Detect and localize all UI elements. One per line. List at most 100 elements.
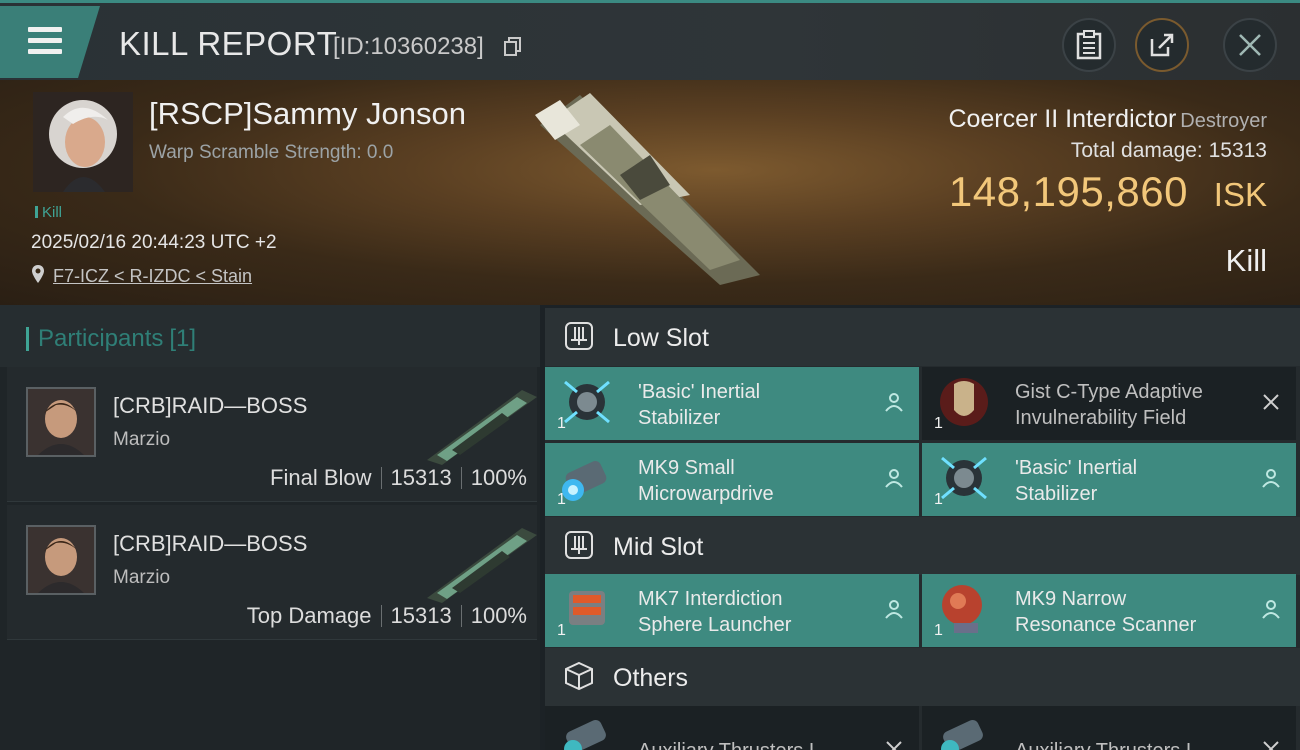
x-icon (1263, 741, 1279, 750)
close-button[interactable] (1223, 18, 1277, 72)
module-item[interactable]: 1 Gist C-Type Adaptive Invulnerability Fi… (922, 367, 1296, 440)
participant-corp-name[interactable]: [CRB]RAID—BOSS (113, 531, 307, 557)
module-name: MK9 Narrow Resonance Scanner (1015, 586, 1196, 638)
page-title: KILL REPORT (119, 25, 338, 62)
menu-icon-bar (28, 49, 62, 54)
module-item[interactable]: Auxiliary Thrusters I (545, 706, 919, 750)
module-item[interactable]: 1 MK7 Interdiction Sphere Launcher (545, 574, 919, 647)
participant-role: Final Blow (270, 465, 372, 490)
ship-type: Coercer II Interdictor Destroyer (948, 105, 1267, 134)
module-qty: 1 (557, 491, 566, 508)
kill-location-link[interactable]: F7-ICZ < R-IZDC < Stain (53, 266, 252, 287)
participants-title: Participants [1] (25, 325, 196, 353)
isk-unit: ISK (1213, 176, 1267, 213)
participant-pilot: Marzio (113, 429, 171, 450)
participant-damage: 15313 (390, 465, 452, 490)
ship-class: Destroyer (1180, 110, 1267, 132)
participant-percent: 100% (470, 603, 527, 628)
participant-row[interactable]: [CRB]RAID—BOSS Marzio Final Blow 15313 100… (7, 367, 537, 502)
share-button[interactable] (1135, 18, 1189, 72)
low-slot-label: Low Slot (613, 324, 709, 352)
participant-percent: 100% (470, 465, 527, 490)
participant-avatar[interactable] (26, 387, 96, 457)
participant-pilot: Marzio (113, 567, 171, 588)
participant-portrait (28, 389, 94, 455)
module-name-line1: MK9 Narrow (1015, 588, 1127, 610)
location-pin-icon (32, 265, 44, 283)
module-name: Auxiliary Thrusters I (638, 738, 814, 750)
module-name-line1: 'Basic' Inertial (1015, 457, 1138, 479)
kill-datetime: 2025/02/16 20:44:23 UTC +2 (31, 232, 277, 253)
module-qty: 1 (557, 622, 566, 639)
participant-ship-icon (427, 390, 537, 465)
total-damage: Total damage: 15313 (1070, 139, 1267, 162)
module-name-line2: Microwarpdrive (638, 483, 774, 505)
victim-portrait (33, 92, 133, 192)
participant-ship-icon (427, 528, 537, 603)
participant-stats: Top Damage 15313 100% (247, 603, 527, 629)
clipboard-button[interactable] (1062, 18, 1116, 72)
menu-icon (28, 27, 62, 32)
separator (460, 605, 462, 627)
pilot-icon (885, 393, 903, 412)
x-icon (886, 741, 902, 750)
slot-icon (565, 322, 593, 350)
module-name-line2: Sphere Launcher (638, 614, 792, 636)
pilot-icon (885, 469, 903, 488)
module-name-line1: Gist C-Type Adaptive (1015, 381, 1203, 403)
module-name: MK9 Small Microwarpdrive (638, 455, 774, 507)
auxiliary-thrusters-icon (564, 719, 606, 750)
module-name-line1: 'Basic' Inertial (638, 381, 761, 403)
participant-avatar[interactable] (26, 525, 96, 595)
module-item[interactable]: 1 'Basic' Inertial Stabilizer (545, 367, 919, 440)
participants-panel: Participants [1] [CRB]RAID—BOSS Marzio Fi… (0, 305, 540, 750)
others-header: Others (545, 648, 1300, 706)
module-qty: 1 (934, 622, 943, 639)
ship-name[interactable]: Coercer II Interdictor (948, 105, 1176, 133)
separator (380, 467, 382, 489)
module-item[interactable]: Auxiliary Thrusters I (922, 706, 1296, 750)
module-name-line1: Auxiliary Thrusters I (1015, 738, 1191, 750)
warp-scramble-strength: Warp Scramble Strength: 0.0 (149, 142, 394, 163)
module-item[interactable]: 1 MK9 Small Microwarpdrive (545, 443, 919, 516)
module-name: 'Basic' Inertial Stabilizer (638, 379, 760, 431)
fitting-panel: Low Slot 1 'Basic' Inertial Stabilizer 1 … (545, 308, 1300, 750)
participants-header: Participants [1] (0, 305, 540, 367)
menu-button[interactable] (0, 6, 100, 78)
x-icon (1263, 394, 1279, 410)
mid-slot-label: Mid Slot (613, 533, 704, 561)
module-name-line2: Invulnerability Field (1015, 407, 1187, 429)
close-icon (1239, 34, 1261, 56)
kill-tag: Kill (35, 204, 62, 221)
participant-row[interactable]: [CRB]RAID—BOSS Marzio Top Damage 15313 100… (7, 505, 537, 640)
participant-role: Top Damage (246, 603, 372, 628)
separator (460, 467, 462, 489)
title-bar: KILL REPORT [ID:10360238] (0, 0, 1300, 80)
participants-title-text: Participants (38, 325, 164, 352)
box-icon (565, 661, 593, 691)
mid-slot-header: Mid Slot (545, 517, 1300, 575)
module-item[interactable]: 1 MK9 Narrow Resonance Scanner (922, 574, 1296, 647)
module-name: MK7 Interdiction Sphere Launcher (638, 586, 791, 638)
copy-icon[interactable] (504, 37, 522, 57)
module-name-line2: Stabilizer (1015, 483, 1098, 505)
others-label: Others (613, 664, 689, 692)
module-name: 'Basic' Inertial Stabilizer (1015, 455, 1137, 507)
participant-portrait (28, 527, 94, 593)
participant-corp-name[interactable]: [CRB]RAID—BOSS (113, 393, 307, 419)
auxiliary-thrusters-icon (941, 719, 983, 750)
pilot-icon (1262, 600, 1280, 619)
menu-icon-bar (28, 38, 62, 43)
ship-image (535, 93, 760, 285)
victim-avatar[interactable] (33, 92, 133, 192)
module-item[interactable]: 1 'Basic' Inertial Stabilizer (922, 443, 1296, 516)
module-name-line1: MK9 Small (638, 457, 735, 479)
isk-value: 148,195,860 (948, 168, 1188, 215)
module-name-line2: Stabilizer (638, 407, 721, 429)
pilot-icon (1262, 469, 1280, 488)
separator (380, 605, 382, 627)
module-name-line2: Resonance Scanner (1015, 614, 1197, 636)
clipboard-icon (1076, 30, 1102, 60)
pilot-icon (885, 600, 903, 619)
victim-pilot-name[interactable]: [RSCP]Sammy Jonson (149, 96, 466, 132)
